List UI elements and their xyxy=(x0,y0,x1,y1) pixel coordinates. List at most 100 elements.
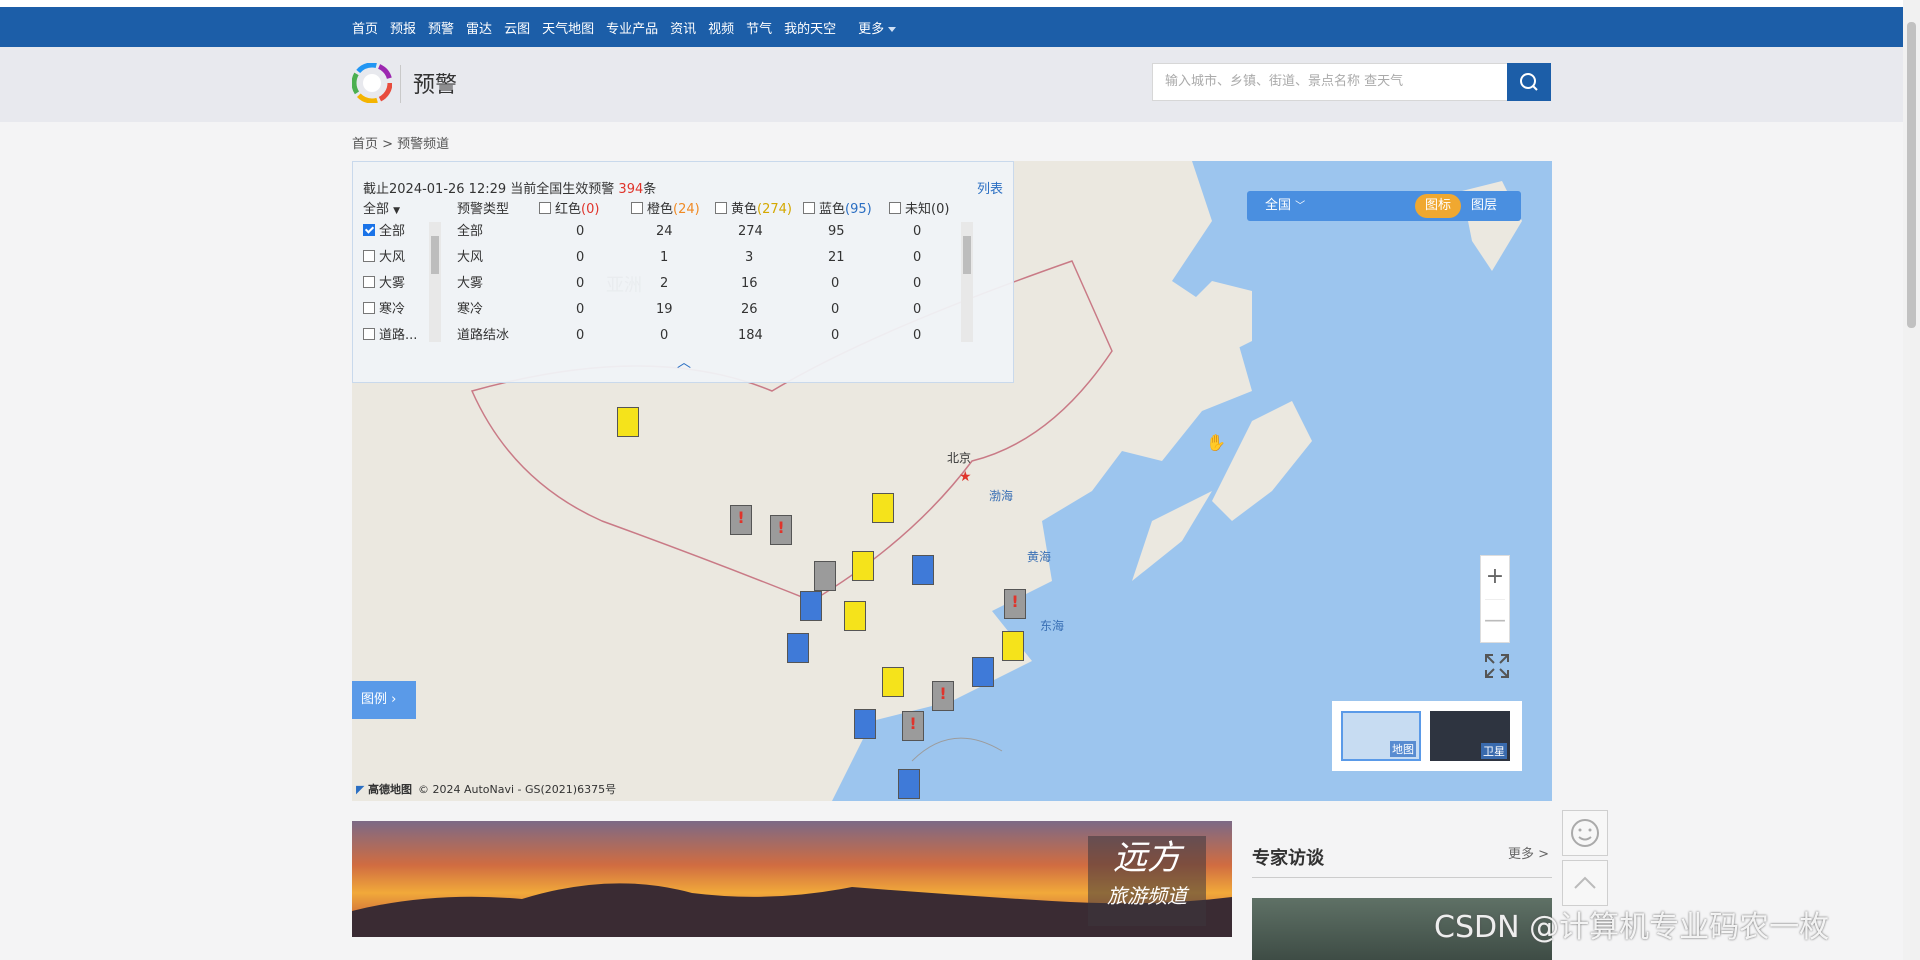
warning-marker[interactable] xyxy=(882,667,904,697)
warning-marker[interactable]: ! xyxy=(932,681,954,711)
checkbox[interactable] xyxy=(539,202,551,214)
nav-item-warning[interactable]: 预警 xyxy=(428,18,454,37)
basemap-map-option[interactable]: 地图 xyxy=(1341,711,1421,761)
nav-item-home[interactable]: 首页 xyxy=(352,18,378,37)
weather-logo-icon[interactable] xyxy=(352,63,392,103)
row-type: 大雾 xyxy=(457,276,484,291)
warning-marker[interactable]: ! xyxy=(730,505,752,535)
nav-item-forecast[interactable]: 预报 xyxy=(390,18,416,37)
map-label-beijing: 北京 xyxy=(947,451,972,465)
page-scrollbar[interactable] xyxy=(1903,0,1920,960)
row-yellow: 274 xyxy=(738,224,763,239)
legend-button[interactable]: 图例 › xyxy=(352,681,416,719)
row-filter-label: 大雾 xyxy=(379,276,406,291)
checkbox[interactable] xyxy=(803,202,815,214)
basemap-satellite-label: 卫星 xyxy=(1481,743,1507,759)
level-filter-blue[interactable]: 蓝色(95) xyxy=(803,198,872,222)
warning-marker[interactable] xyxy=(617,407,639,437)
capital-star-icon: ★ xyxy=(959,469,972,485)
feedback-button[interactable] xyxy=(1562,810,1608,856)
map-label-bohai: 渤海 xyxy=(989,489,1014,503)
warning-marker[interactable]: ! xyxy=(770,515,792,545)
nav-more-menu[interactable]: 更多 xyxy=(858,18,897,37)
basemap-satellite-option[interactable]: 卫星 xyxy=(1430,711,1510,761)
checkbox-checked[interactable] xyxy=(363,224,375,236)
row-unknown: 0 xyxy=(913,302,922,317)
level-filter-yellow[interactable]: 黄色(274) xyxy=(715,198,792,222)
scroll-thumb[interactable] xyxy=(431,236,439,274)
search-button[interactable] xyxy=(1507,63,1551,101)
map-label-huanghai: 黄海 xyxy=(1027,550,1052,564)
scroll-thumb[interactable] xyxy=(1907,22,1916,328)
chevron-right-icon: › xyxy=(391,692,397,707)
warning-marker[interactable] xyxy=(854,709,876,739)
checkbox[interactable] xyxy=(889,202,901,214)
filter-scrollbar[interactable] xyxy=(429,222,441,342)
table-row[interactable]: 大风 大风 0 1 3 21 0 xyxy=(353,246,1015,270)
checkbox[interactable] xyxy=(363,250,375,262)
warning-marker[interactable] xyxy=(844,601,866,631)
table-row[interactable]: 寒冷 寒冷 0 19 26 0 0 xyxy=(353,298,1015,322)
nav-item-radar[interactable]: 雷达 xyxy=(466,18,492,37)
nav-item-products[interactable]: 专业产品 xyxy=(606,18,658,37)
checkbox[interactable] xyxy=(715,202,727,214)
scroll-thumb[interactable] xyxy=(963,236,971,274)
table-row[interactable]: 全部 全部 0 24 274 95 0 xyxy=(353,220,1015,244)
row-yellow: 3 xyxy=(745,250,754,265)
filter-all-label: 全部 xyxy=(363,202,390,217)
warning-marker[interactable] xyxy=(972,657,994,687)
warning-marker[interactable] xyxy=(898,769,920,799)
back-to-top-button[interactable] xyxy=(1562,860,1608,906)
zoom-in-button[interactable]: + xyxy=(1481,556,1509,598)
row-orange: 0 xyxy=(660,328,669,343)
warning-map[interactable]: 亚洲 北京 ★ 渤海 黄海 东海 ! ! ! ! ! 截止2024-01-26 … xyxy=(352,161,1552,801)
nav-item-my-sky[interactable]: 我的天空 xyxy=(784,18,836,37)
fullscreen-icon[interactable] xyxy=(1482,651,1512,681)
table-row[interactable]: 大雾 大雾 0 2 16 0 0 xyxy=(353,272,1015,296)
nav-item-news[interactable]: 资讯 xyxy=(670,18,696,37)
summary-prefix: 截止2024-01-26 12:29 当前全国生效预警 xyxy=(363,182,619,197)
map-copyright: © 2024 AutoNavi - GS(2021)6375号 xyxy=(417,783,617,796)
banner-caption: 远方 旅游频道 xyxy=(1088,836,1206,926)
warning-marker[interactable] xyxy=(1002,631,1024,661)
collapse-panel-icon[interactable]: ︿ xyxy=(677,352,691,372)
map-control-bar: 全国 ﹀ 图标 图层 xyxy=(1247,191,1521,221)
warning-marker[interactable] xyxy=(872,493,894,523)
expert-more-link[interactable]: 更多 > xyxy=(1508,843,1549,862)
warning-marker[interactable] xyxy=(912,555,934,585)
icon-mode-button[interactable]: 图标 xyxy=(1415,194,1461,218)
level-filter-red[interactable]: 红色(0) xyxy=(539,198,599,222)
nav-item-weather-map[interactable]: 天气地图 xyxy=(542,18,594,37)
row-orange: 24 xyxy=(656,224,673,239)
section-divider xyxy=(1252,877,1552,878)
table-row[interactable]: 道路... 道路结冰 0 0 184 0 0 xyxy=(353,324,1015,348)
nav-item-cloud[interactable]: 云图 xyxy=(504,18,530,37)
warning-marker[interactable] xyxy=(852,551,874,581)
nav-item-video[interactable]: 视频 xyxy=(708,18,734,37)
level-filter-unknown[interactable]: 未知(0) xyxy=(889,198,949,222)
checkbox[interactable] xyxy=(631,202,643,214)
zoom-out-button[interactable]: — xyxy=(1481,600,1509,642)
warning-marker[interactable]: ! xyxy=(1004,589,1026,619)
table-scrollbar[interactable] xyxy=(961,222,973,342)
warning-marker[interactable] xyxy=(787,633,809,663)
map-label-donghai: 东海 xyxy=(1040,619,1065,633)
row-type: 道路结冰 xyxy=(457,328,510,343)
checkbox[interactable] xyxy=(363,328,375,340)
layer-mode-button[interactable]: 图层 xyxy=(1471,191,1497,221)
row-filter-label: 道路... xyxy=(379,328,418,343)
search-input[interactable]: 输入城市、乡镇、街道、景点名称 查天气 xyxy=(1152,63,1508,101)
watermark: CSDN @计算机专业码农一枚 xyxy=(1434,910,1830,945)
nav-item-solar-term[interactable]: 节气 xyxy=(746,18,772,37)
warning-marker[interactable] xyxy=(800,591,822,621)
list-view-link[interactable]: 列表 xyxy=(977,178,1003,197)
level-filter-orange[interactable]: 橙色(24) xyxy=(631,198,700,222)
breadcrumb[interactable]: 首页 > 预警频道 xyxy=(352,133,449,152)
chevron-down-icon: ﹀ xyxy=(1295,201,1306,212)
checkbox[interactable] xyxy=(363,302,375,314)
checkbox[interactable] xyxy=(363,276,375,288)
warning-marker[interactable]: ! xyxy=(902,711,924,741)
region-select[interactable]: 全国 ﹀ xyxy=(1265,191,1305,222)
travel-banner[interactable]: 远方 旅游频道 xyxy=(352,821,1232,937)
warning-marker[interactable] xyxy=(814,561,836,591)
